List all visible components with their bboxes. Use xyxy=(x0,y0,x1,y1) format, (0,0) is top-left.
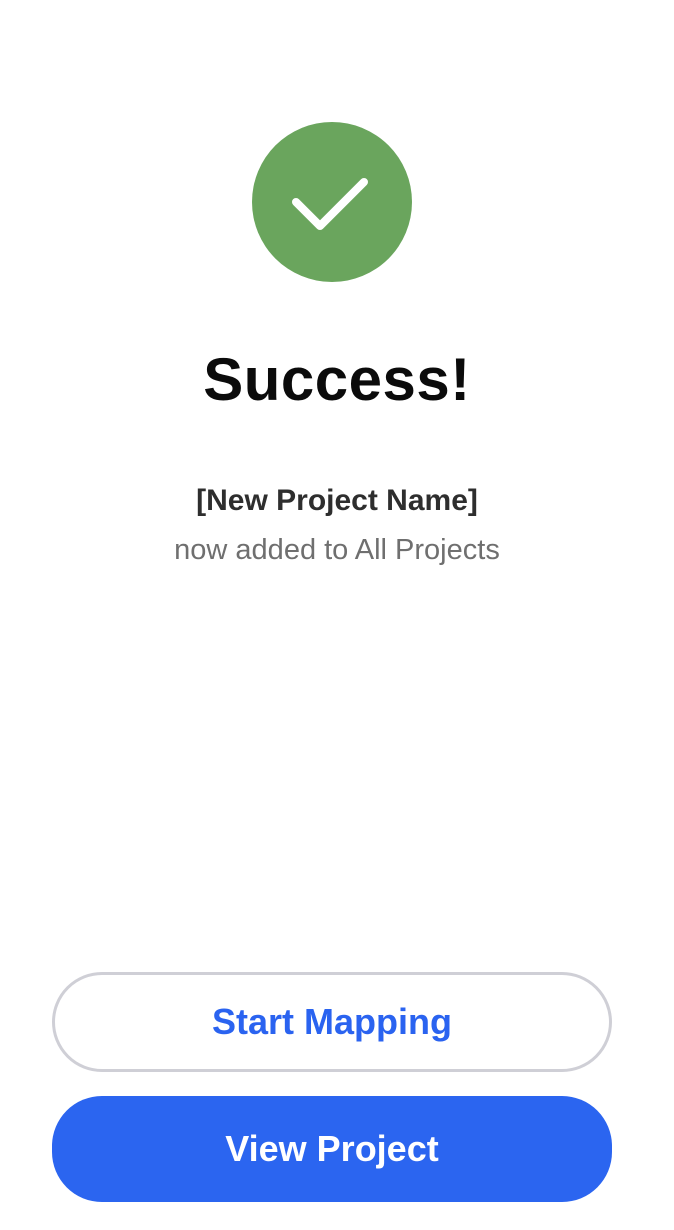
success-badge xyxy=(252,122,412,282)
project-name: [New Project Name] xyxy=(196,484,478,517)
page-title: Success! xyxy=(203,346,471,413)
start-mapping-button[interactable]: Start Mapping xyxy=(52,972,612,1072)
success-message: now added to All Projects xyxy=(174,534,500,566)
view-project-button[interactable]: View Project xyxy=(52,1096,612,1202)
success-screen: Success! [New Project Name] now added to… xyxy=(0,0,674,1230)
checkmark-icon xyxy=(292,178,368,230)
